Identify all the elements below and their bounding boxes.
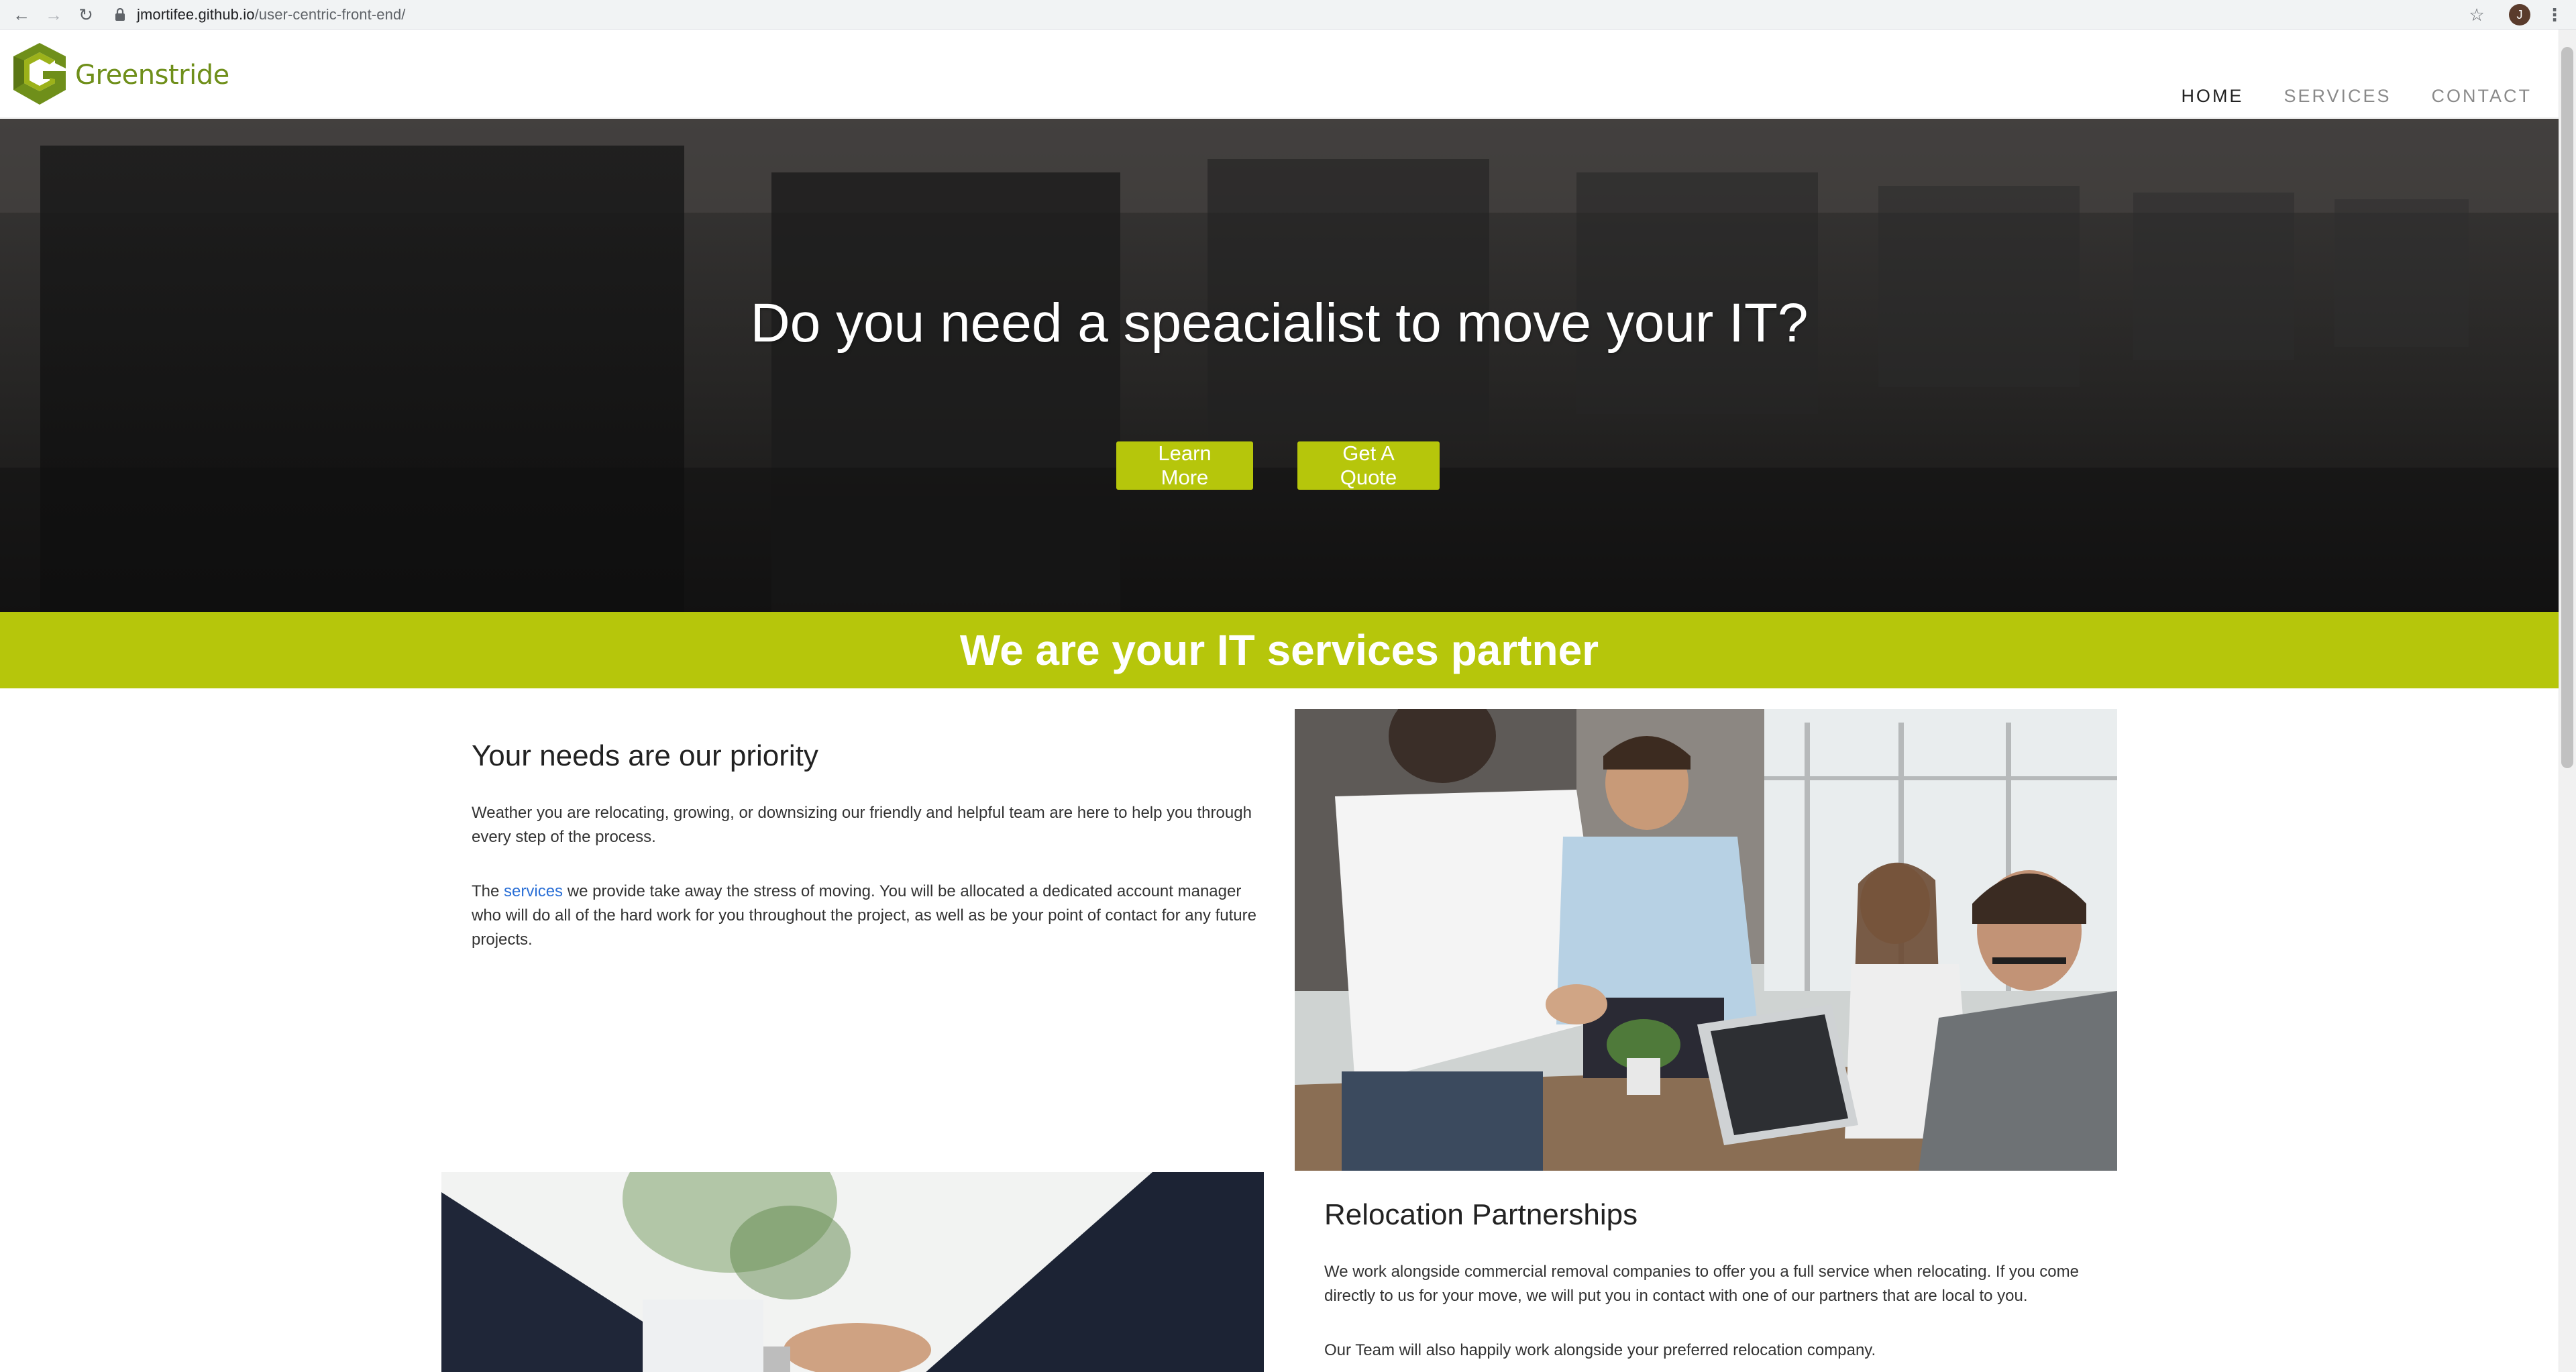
priority-paragraph-1: Weather you are relocating, growing, or … — [472, 804, 1252, 846]
browser-toolbar: ← → ↻ jmortifee.github.io/user-centric-f… — [0, 0, 2576, 30]
site-header: Greenstride HOME SERVICES CONTACT — [0, 30, 2559, 118]
reload-icon[interactable]: ↻ — [74, 3, 98, 27]
nav-contact[interactable]: CONTACT — [2432, 86, 2532, 107]
lock-icon — [113, 7, 127, 22]
priority-paragraph-2-suffix: we provide take away the stress of movin… — [472, 882, 1256, 949]
profile-avatar[interactable]: J — [2509, 4, 2530, 25]
bookmark-star-icon[interactable]: ☆ — [2465, 3, 2489, 27]
main-navigation: HOME SERVICES CONTACT — [2181, 86, 2532, 107]
back-arrow-icon[interactable]: ← — [9, 3, 34, 27]
relocation-paragraph-1: We work alongside commercial removal com… — [1324, 1263, 2079, 1305]
address-bar[interactable]: jmortifee.github.io/user-centric-front-e… — [113, 3, 2447, 27]
team-meeting-image — [1295, 709, 2117, 1171]
priority-paragraph-2: The services we provide take away the st… — [472, 880, 1263, 952]
site-logo[interactable]: Greenstride — [8, 42, 229, 109]
nav-services[interactable]: SERVICES — [2284, 86, 2391, 107]
priority-paragraph-2-prefix: The — [472, 882, 504, 900]
url-text[interactable]: jmortifee.github.io/user-centric-front-e… — [137, 6, 406, 23]
greenstride-logo-icon — [13, 43, 66, 105]
hero-background-image — [0, 119, 2559, 612]
logo-text: Greenstride — [75, 60, 229, 91]
nav-home[interactable]: HOME — [2181, 86, 2243, 107]
partner-banner: We are your IT services partner — [0, 612, 2559, 688]
hero-section: Do you need a speacialist to move your I… — [0, 119, 2559, 612]
relocation-heading: Relocation Partnerships — [1324, 1198, 1638, 1231]
services-link[interactable]: services — [504, 882, 563, 900]
url-path: /user-centric-front-end/ — [254, 6, 406, 23]
relocation-paragraph-2: Our Team will also happily work alongsid… — [1324, 1341, 1876, 1359]
handshake-photo — [441, 1172, 1264, 1372]
team-meeting-photo — [1295, 709, 2117, 1171]
priority-section: Your needs are our priority Weather you … — [472, 739, 1263, 982]
get-a-quote-button[interactable]: Get A Quote — [1297, 441, 1440, 490]
kebab-menu-icon[interactable]: ⋮ — [2542, 3, 2567, 27]
relocation-section: Relocation Partnerships We work alongsid… — [1324, 1198, 2116, 1372]
hero-buttons: Learn More Get A Quote — [0, 441, 2559, 490]
forward-arrow-icon[interactable]: → — [42, 3, 66, 27]
page-scrollbar-thumb[interactable] — [2561, 47, 2573, 768]
url-host: jmortifee.github.io — [137, 6, 255, 23]
hero-title: Do you need a speacialist to move your I… — [750, 293, 1809, 354]
banner-title: We are your IT services partner — [959, 626, 1599, 674]
web-page: Greenstride HOME SERVICES CONTACT Do you… — [0, 30, 2559, 1372]
learn-more-button[interactable]: Learn More — [1116, 441, 1253, 490]
handshake-image — [441, 1172, 1264, 1372]
priority-heading: Your needs are our priority — [472, 739, 818, 772]
